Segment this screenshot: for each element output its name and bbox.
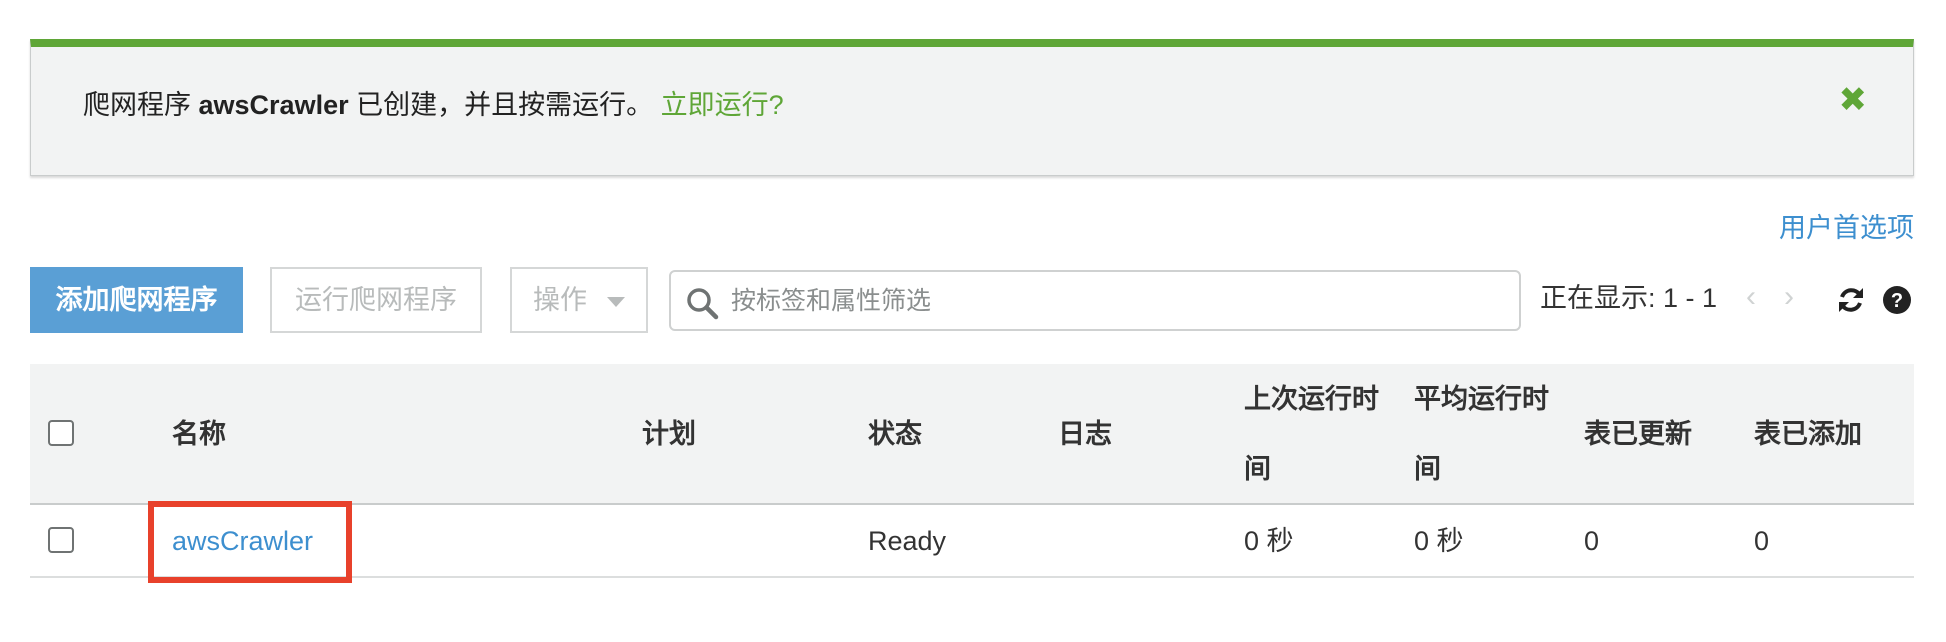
help-icon[interactable]: ? — [1882, 285, 1912, 315]
filter-search-input[interactable] — [729, 280, 1489, 322]
svg-text:?: ? — [1891, 290, 1903, 312]
add-crawler-button[interactable]: 添加爬网程序 — [30, 267, 243, 333]
select-all-checkbox[interactable] — [48, 420, 74, 446]
row-checkbox[interactable] — [48, 527, 74, 553]
header-logs[interactable]: 日志 — [1058, 416, 1112, 452]
run-crawler-button[interactable]: 运行爬网程序 — [270, 267, 482, 333]
header-tables-added[interactable]: 表已添加 — [1754, 416, 1862, 452]
cell-avg-runtime: 0 秒 — [1414, 526, 1464, 556]
actions-dropdown[interactable]: 操作 — [510, 267, 648, 333]
user-preferences-link[interactable]: 用户首选项 — [1779, 206, 1914, 245]
crawlers-table: 名称 计划 状态 日志 上次运行时间 平均运行时间 表已更新 表已添加 awsC… — [30, 364, 1914, 583]
header-tables-updated[interactable]: 表已更新 — [1584, 416, 1692, 452]
refresh-icon[interactable] — [1836, 285, 1866, 315]
showing-count: 正在显示: 1 - 1 — [1540, 283, 1718, 313]
flash-crawler-name: awsCrawler — [198, 90, 349, 120]
crawler-name-link[interactable]: awsCrawler — [172, 523, 313, 559]
success-flash-banner: 爬网程序 awsCrawler 已创建，并且按需运行。 立即运行? ✖ — [30, 39, 1914, 176]
crawler-name-text[interactable]: awsCrawler — [172, 526, 313, 556]
header-schedule[interactable]: 计划 — [642, 416, 696, 452]
search-icon — [687, 288, 719, 320]
cell-last-runtime: 0 秒 — [1244, 526, 1294, 556]
cell-tables-updated: 0 — [1584, 526, 1600, 556]
header-avg-runtime[interactable]: 平均运行时间 — [1414, 364, 1564, 504]
close-icon[interactable]: ✖ — [1839, 83, 1868, 117]
toolbar: 添加爬网程序 运行爬网程序 操作 正在显示: 1 - 1 ‹ › ? — [0, 267, 1946, 333]
table-header: 名称 计划 状态 日志 上次运行时间 平均运行时间 表已更新 表已添加 — [30, 364, 1914, 505]
filter-search-box[interactable] — [669, 270, 1521, 331]
cell-tables-added: 0 — [1754, 526, 1770, 556]
table-row[interactable]: awsCrawler Ready 0 秒 0 秒 0 0 — [30, 501, 1914, 583]
run-now-link[interactable]: 立即运行? — [661, 90, 784, 120]
actions-label: 操作 — [533, 285, 587, 315]
flash-suffix: 已创建，并且按需运行。 — [348, 90, 654, 120]
pagination-info: 正在显示: 1 - 1 — [1540, 267, 1717, 333]
cell-status: Ready — [868, 526, 947, 556]
header-name[interactable]: 名称 — [172, 416, 226, 452]
caret-down-icon — [607, 296, 625, 307]
header-status[interactable]: 状态 — [868, 416, 922, 452]
next-page-icon[interactable]: › — [1784, 267, 1794, 327]
flash-message: 爬网程序 awsCrawler 已创建，并且按需运行。 立即运行? — [83, 87, 784, 123]
flash-prefix: 爬网程序 — [83, 90, 199, 120]
header-last-runtime[interactable]: 上次运行时间 — [1244, 364, 1394, 504]
prev-page-icon[interactable]: ‹ — [1746, 267, 1756, 327]
